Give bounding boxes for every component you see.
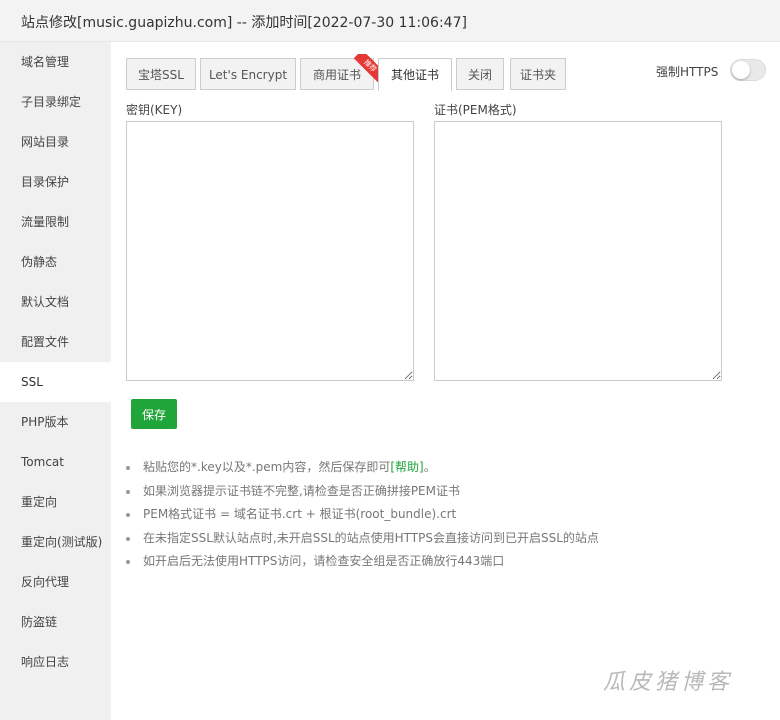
sidebar: 域名管理 子目录绑定 网站目录 目录保护 流量限制 伪静态 默认文档 配置文件 … [0, 42, 111, 720]
sidebar-item-default-doc[interactable]: 默认文档 [0, 282, 111, 322]
tab-bt-ssl[interactable]: 宝塔SSL [126, 58, 196, 90]
sidebar-item-reverse-proxy[interactable]: 反向代理 [0, 562, 111, 602]
tab-close-ssl[interactable]: 关闭 [456, 58, 504, 90]
tab-commercial-cert[interactable]: 商用证书 推荐 [300, 54, 379, 90]
sidebar-item-php-version[interactable]: PHP版本 [0, 402, 111, 442]
recommend-badge-label: 推荐 [353, 54, 379, 82]
toggle-knob [732, 61, 750, 79]
tab-cert-folder[interactable]: 证书夹 [510, 58, 566, 90]
tip-item: 粘贴您的*.key以及*.pem内容，然后保存即可[帮助]。 [126, 457, 599, 481]
key-label: 密钥(KEY) [126, 103, 183, 117]
cert-textarea[interactable] [434, 121, 722, 381]
help-link[interactable]: [帮助] [390, 460, 423, 474]
sidebar-item-domain[interactable]: 域名管理 [0, 42, 111, 82]
force-https-label: 强制HTTPS [656, 65, 719, 79]
sidebar-item-traffic-limit[interactable]: 流量限制 [0, 202, 111, 242]
tab-lets-encrypt[interactable]: Let's Encrypt [200, 58, 296, 90]
sidebar-item-config-file[interactable]: 配置文件 [0, 322, 111, 362]
sidebar-item-redirect-beta[interactable]: 重定向(测试版) [0, 522, 111, 562]
recommend-badge: 推荐 [351, 54, 379, 82]
dialog-titlebar: 站点修改[music.guapizhu.com] -- 添加时间[2022-07… [0, 0, 780, 42]
tab-other-cert[interactable]: 其他证书 [378, 58, 452, 91]
key-textarea[interactable] [126, 121, 414, 381]
tip-item: 如果浏览器提示证书链不完整,请检查是否正确拼接PEM证书 [126, 481, 599, 505]
tip-item: 如开启后无法使用HTTPS访问，请检查安全组是否正确放行443端口 [126, 551, 599, 575]
force-https-toggle[interactable] [730, 59, 766, 81]
sidebar-item-hotlink-protection[interactable]: 防盗链 [0, 602, 111, 642]
sidebar-item-site-directory[interactable]: 网站目录 [0, 122, 111, 162]
sidebar-item-ssl[interactable]: SSL [0, 362, 111, 402]
tip-item: 在未指定SSL默认站点时,未开启SSL的站点使用HTTPS会直接访问到已开启SS… [126, 528, 599, 552]
save-button[interactable]: 保存 [131, 399, 177, 429]
tip1-text: 粘贴您的*.key以及*.pem内容，然后保存即可 [143, 460, 391, 474]
cert-label: 证书(PEM格式) [434, 103, 517, 117]
watermark: 瓜皮猪博客 [603, 670, 734, 695]
ssl-panel: 宝塔SSL Let's Encrypt 商用证书 推荐 其他证书 关闭 证书夹 … [111, 42, 780, 720]
tips-list: 粘贴您的*.key以及*.pem内容，然后保存即可[帮助]。 如果浏览器提示证书… [126, 457, 599, 575]
sidebar-item-subdir-binding[interactable]: 子目录绑定 [0, 82, 111, 122]
sidebar-item-dir-protection[interactable]: 目录保护 [0, 162, 111, 202]
sidebar-item-tomcat[interactable]: Tomcat [0, 442, 111, 482]
sidebar-item-response-log[interactable]: 响应日志 [0, 642, 111, 682]
tip-item: PEM格式证书 = 域名证书.crt + 根证书(root_bundle).cr… [126, 504, 599, 528]
sidebar-item-rewrite[interactable]: 伪静态 [0, 242, 111, 282]
tip1-suffix: 。 [423, 460, 436, 474]
dialog-title: 站点修改[music.guapizhu.com] -- 添加时间[2022-07… [21, 15, 467, 31]
sidebar-item-redirect[interactable]: 重定向 [0, 482, 111, 522]
